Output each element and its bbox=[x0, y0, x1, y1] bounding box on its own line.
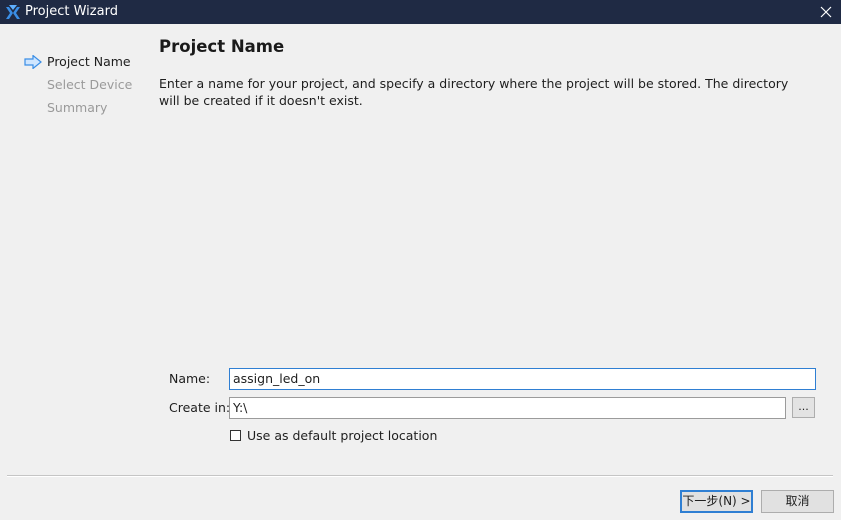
next-button[interactable]: 下一步(N) > bbox=[680, 490, 753, 513]
default-location-option[interactable]: Use as default project location bbox=[230, 428, 437, 443]
default-location-label: Use as default project location bbox=[247, 428, 438, 443]
browse-button[interactable]: ... bbox=[792, 397, 815, 418]
title-bar: Project Wizard bbox=[0, 0, 841, 24]
close-icon bbox=[820, 6, 832, 18]
step-label: Project Name bbox=[47, 54, 131, 69]
close-button[interactable] bbox=[811, 0, 841, 24]
page-title: Project Name bbox=[159, 37, 285, 56]
project-name-input[interactable]: assign_led_on bbox=[229, 368, 816, 390]
create-in-label: Create in: bbox=[169, 400, 231, 415]
wizard-steps: Project Name Select Device Summary bbox=[24, 54, 132, 123]
page-description: Enter a name for your project, and speci… bbox=[159, 76, 789, 108]
app-logo-icon bbox=[6, 5, 20, 19]
step-project-name: Project Name bbox=[24, 54, 132, 77]
step-label: Select Device bbox=[47, 77, 133, 92]
step-label: Summary bbox=[47, 100, 108, 115]
current-step-arrow-icon bbox=[24, 55, 42, 69]
window-title: Project Wizard bbox=[25, 4, 118, 19]
step-summary: Summary bbox=[24, 100, 132, 123]
create-in-input[interactable]: Y:\ bbox=[229, 397, 786, 419]
cancel-button[interactable]: 取消 bbox=[761, 490, 834, 513]
default-location-checkbox[interactable] bbox=[230, 430, 241, 441]
name-label: Name: bbox=[169, 371, 211, 386]
footer-divider bbox=[7, 475, 833, 477]
step-select-device: Select Device bbox=[24, 77, 132, 100]
